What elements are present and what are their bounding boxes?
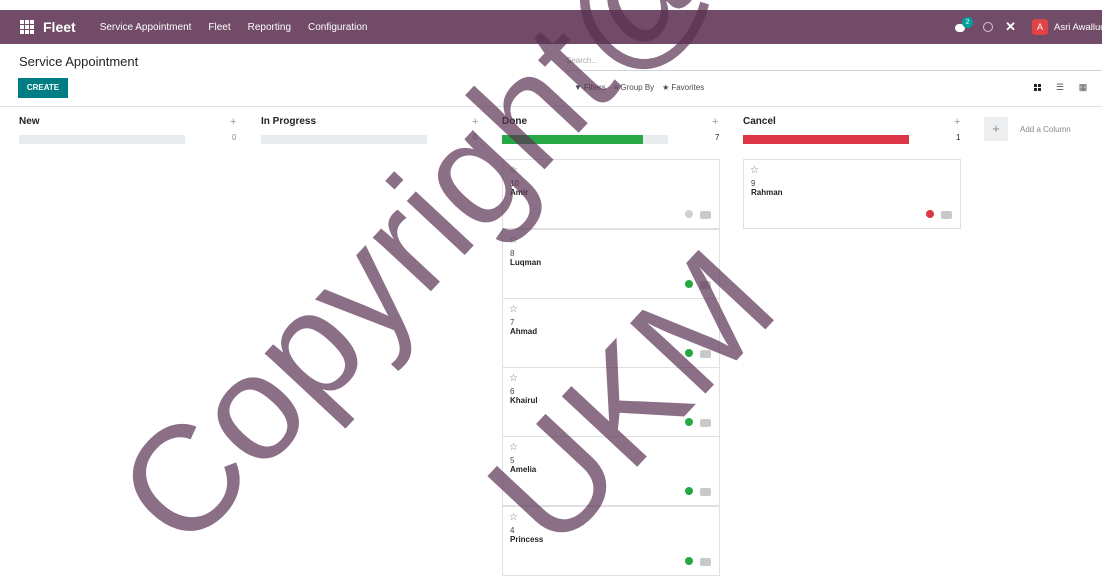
- kanban-board: New + 0 In Progress + 0 Done + 7 Cancel …: [0, 108, 1102, 576]
- activity-icon[interactable]: [700, 281, 711, 289]
- kanban-card[interactable]: ☆ 6 Khairul: [502, 367, 720, 437]
- app-brand[interactable]: Fleet: [43, 19, 76, 35]
- add-column-label[interactable]: Add a Column: [1020, 125, 1071, 134]
- activity-icon[interactable]: [700, 211, 711, 219]
- quick-create-icon[interactable]: +: [230, 116, 236, 128]
- create-button[interactable]: CREATE: [18, 78, 68, 98]
- kanban-icon: [1033, 83, 1041, 91]
- kanban-card[interactable]: ☆ 4 Princess: [502, 506, 720, 576]
- filters-label: Filters: [583, 83, 606, 92]
- list-icon: ☰: [1055, 81, 1065, 92]
- column-count: 7: [715, 133, 720, 142]
- add-column-plus-icon[interactable]: +: [984, 117, 1008, 141]
- menu-reporting[interactable]: Reporting: [248, 22, 291, 33]
- card-name: Khairul: [510, 396, 538, 405]
- star-icon[interactable]: ☆: [509, 304, 518, 315]
- column-count: 1: [956, 133, 961, 142]
- card-number: 7: [510, 318, 515, 327]
- list-view-button[interactable]: ☰: [1053, 80, 1067, 94]
- quick-create-icon[interactable]: +: [954, 116, 960, 128]
- star-icon: ★: [662, 83, 670, 92]
- column-progress-bar[interactable]: [502, 135, 668, 144]
- favorites-button[interactable]: ★ Favorites: [662, 83, 704, 92]
- card-name: Luqman: [510, 258, 542, 267]
- navbar-systray: 2 ✕ A Asri Awalluddin: [955, 10, 1102, 44]
- star-icon[interactable]: ☆: [509, 442, 518, 453]
- status-dot[interactable]: [926, 210, 934, 218]
- column-title: Cancel: [743, 116, 776, 127]
- activity-icon[interactable]: [700, 419, 711, 427]
- star-icon[interactable]: ☆: [750, 165, 759, 176]
- column-title: New: [19, 116, 40, 127]
- quick-create-icon[interactable]: +: [472, 116, 478, 128]
- filters-button[interactable]: ▼ Filters: [574, 83, 606, 92]
- card-number: 10: [510, 179, 519, 188]
- clock-icon[interactable]: [983, 22, 994, 32]
- group-by-button[interactable]: ≡ Group By: [614, 83, 654, 92]
- card-name: Amelia: [510, 465, 537, 474]
- status-dot[interactable]: [685, 557, 693, 565]
- kanban-card[interactable]: ☆ 10 Amir: [502, 159, 720, 229]
- column-progress-bar[interactable]: [743, 135, 909, 144]
- status-dot[interactable]: [685, 349, 693, 357]
- kanban-card[interactable]: ☆ 9 Rahman: [743, 159, 961, 229]
- column-progress-bar: [19, 135, 185, 144]
- menu-fleet[interactable]: Fleet: [208, 22, 230, 33]
- card-name: Amir: [510, 188, 529, 197]
- star-icon[interactable]: ☆: [509, 512, 518, 523]
- status-dot[interactable]: [685, 280, 693, 288]
- menu-service-appointment[interactable]: Service Appointment: [100, 22, 192, 33]
- kanban-card[interactable]: ☆ 7 Ahmad: [502, 298, 720, 368]
- status-dot[interactable]: [685, 487, 693, 495]
- search-options: ▼ Filters ≡ Group By ★ Favorites: [574, 83, 712, 92]
- view-switcher: ☰ ▦: [1030, 80, 1099, 94]
- debug-icon[interactable]: ✕: [1005, 19, 1016, 35]
- card-number: 9: [751, 179, 756, 188]
- group-by-icon: ≡: [613, 83, 619, 92]
- column-title: In Progress: [261, 116, 317, 127]
- progress-fill-cancel: [743, 135, 909, 144]
- column-title: Done: [502, 116, 527, 127]
- card-number: 6: [510, 387, 515, 396]
- menu-configuration[interactable]: Configuration: [308, 22, 367, 33]
- activity-icon[interactable]: [700, 350, 711, 358]
- page-title: Service Appointment: [19, 54, 139, 69]
- chat-count-badge: 2: [962, 17, 974, 28]
- column-progress-bar: [261, 135, 427, 144]
- control-panel: Service Appointment CREATE ▼ Filters ≡ G…: [0, 44, 1102, 107]
- star-icon[interactable]: ☆: [509, 373, 518, 384]
- add-column[interactable]: + Add a Column: [984, 117, 1071, 141]
- kanban-card[interactable]: ☆ 8 Luqman: [502, 229, 720, 299]
- activity-icon[interactable]: [700, 488, 711, 496]
- card-number: 4: [510, 526, 515, 535]
- star-icon[interactable]: ☆: [509, 235, 518, 246]
- card-name: Princess: [510, 535, 544, 544]
- group-by-label: Group By: [620, 83, 655, 92]
- apps-grid-icon[interactable]: [20, 20, 34, 34]
- activity-icon[interactable]: [941, 211, 952, 219]
- card-number: 8: [510, 249, 515, 258]
- card-name: Rahman: [751, 188, 783, 197]
- status-dot[interactable]: [685, 418, 693, 426]
- progress-fill-done: [502, 135, 644, 144]
- kanban-view-button[interactable]: [1030, 80, 1044, 94]
- column-count: 0: [232, 133, 237, 142]
- calendar-icon: ▦: [1078, 81, 1088, 92]
- favorites-label: Favorites: [671, 83, 705, 92]
- activity-icon[interactable]: [700, 558, 711, 566]
- avatar[interactable]: A: [1032, 19, 1048, 35]
- card-name: Ahmad: [510, 327, 538, 336]
- status-dot[interactable]: [685, 210, 693, 218]
- star-icon[interactable]: ☆: [509, 165, 518, 176]
- chat-icon[interactable]: 2: [955, 17, 974, 33]
- calendar-view-button[interactable]: ▦: [1076, 80, 1090, 94]
- card-number: 5: [510, 456, 515, 465]
- user-name[interactable]: Asri Awalluddin: [1054, 22, 1102, 33]
- column-count: 0: [473, 133, 478, 142]
- top-navbar: Fleet Service Appointment Fleet Reportin…: [0, 10, 1102, 44]
- kanban-card[interactable]: ☆ 5 Amelia: [502, 436, 720, 506]
- filter-icon: ▼: [574, 83, 582, 92]
- quick-create-icon[interactable]: +: [712, 116, 718, 128]
- search-input[interactable]: [566, 51, 1102, 71]
